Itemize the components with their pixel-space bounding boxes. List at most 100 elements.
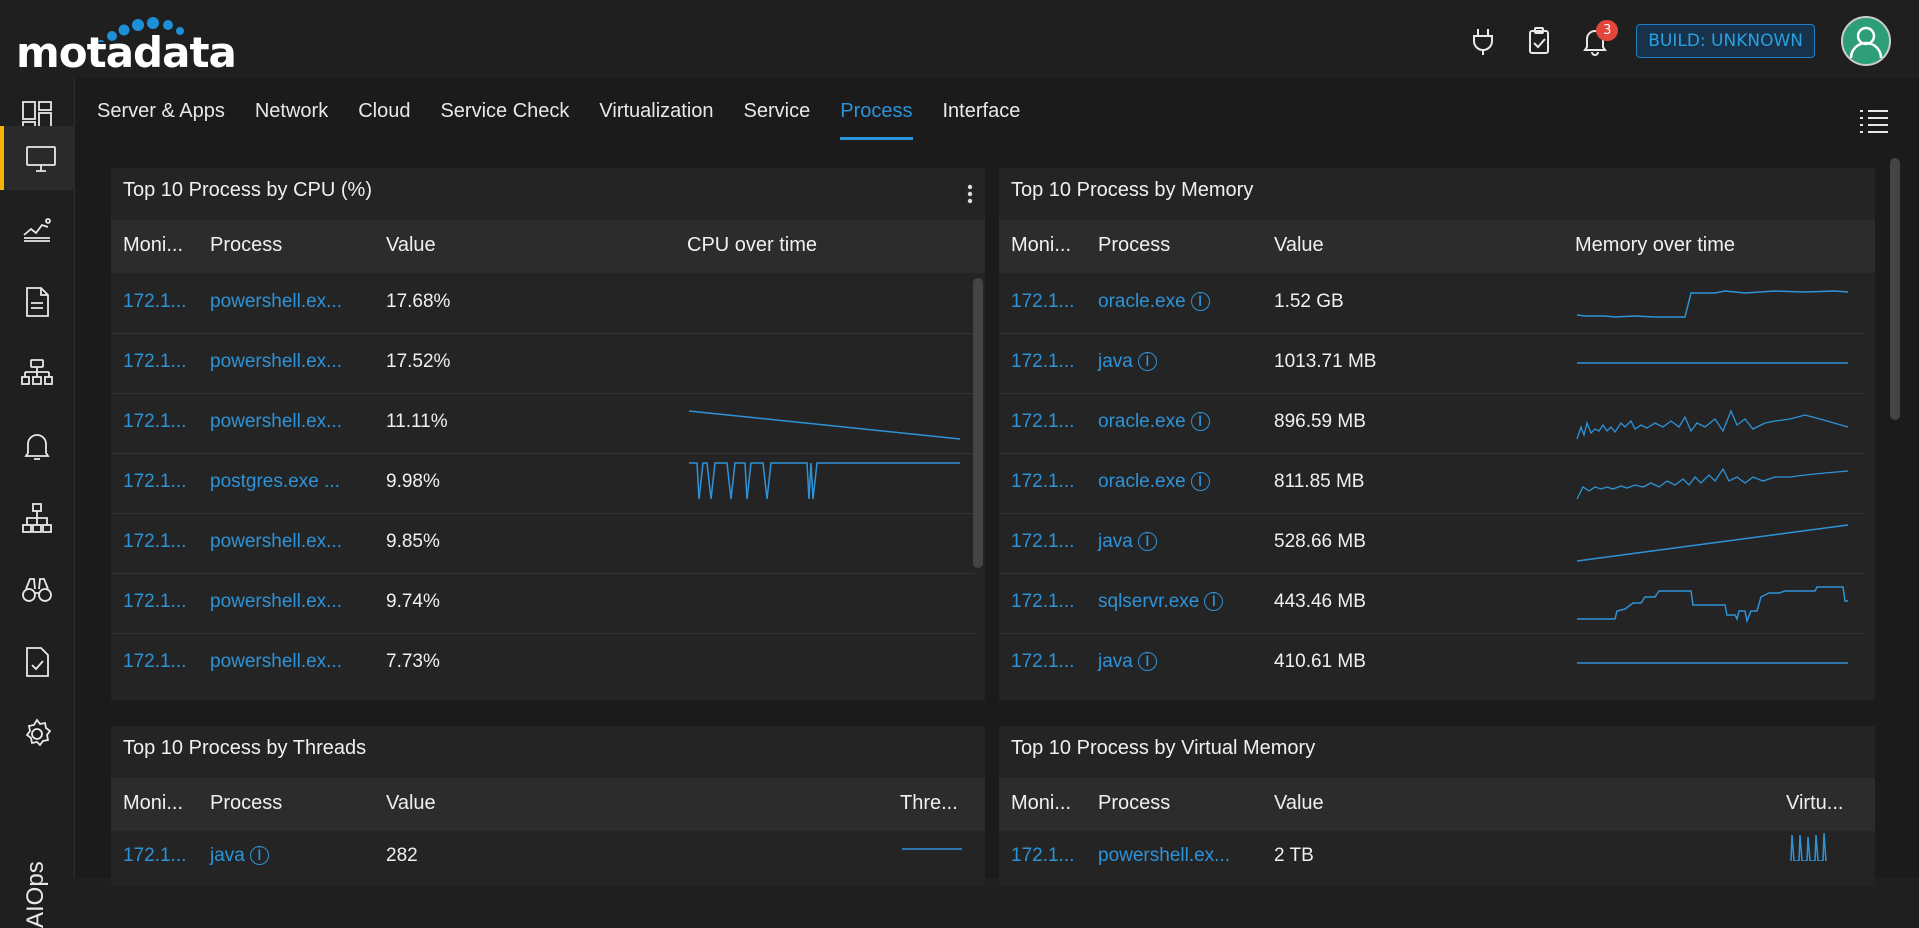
- clipboard-check-icon[interactable]: [1524, 26, 1554, 56]
- table-row[interactable]: 172.1... powershell.ex... 2 TB: [999, 831, 1865, 891]
- monitor-link[interactable]: 172.1...: [1011, 845, 1074, 867]
- column-header[interactable]: Process: [210, 234, 282, 257]
- motadata-logo[interactable]: motadata: [16, 14, 237, 77]
- sidebar-item-audit[interactable]: [0, 630, 74, 694]
- process-link[interactable]: sqlservr.exe: [1098, 591, 1199, 612]
- process-link[interactable]: powershell.ex...: [210, 351, 342, 373]
- table-row[interactable]: 172.1... powershell.ex... 17.52%: [111, 333, 975, 394]
- tab-service-check[interactable]: Service Check: [440, 100, 569, 140]
- process-link[interactable]: powershell.ex...: [210, 531, 342, 553]
- monitor-link[interactable]: 172.1...: [123, 845, 186, 867]
- table-row[interactable]: 172.1... java i 282: [111, 831, 975, 891]
- aiops-label[interactable]: AIOps: [22, 861, 50, 928]
- column-header[interactable]: Process: [210, 792, 282, 815]
- sidebar-item-reports[interactable]: [0, 270, 74, 334]
- info-icon[interactable]: i: [1137, 531, 1157, 552]
- process-link[interactable]: oracle.exe: [1098, 471, 1186, 492]
- table-row[interactable]: 172.1... powershell.ex... 17.68%: [111, 273, 975, 334]
- info-icon[interactable]: i: [1204, 591, 1224, 612]
- process-link[interactable]: postgres.exe ...: [210, 471, 340, 493]
- info-icon[interactable]: i: [1190, 291, 1210, 312]
- monitor-link[interactable]: 172.1...: [123, 531, 186, 553]
- table-row[interactable]: 172.1... powershell.ex... 9.74%: [111, 573, 975, 634]
- user-avatar[interactable]: [1841, 16, 1891, 66]
- column-header[interactable]: Value: [1274, 792, 1324, 815]
- kebab-menu-icon[interactable]: [967, 184, 973, 208]
- tab-cloud[interactable]: Cloud: [358, 100, 410, 140]
- process-link[interactable]: java: [1098, 531, 1133, 552]
- sidebar-item-monitor[interactable]: [0, 126, 78, 190]
- monitor-link[interactable]: 172.1...: [1011, 411, 1074, 433]
- tab-network[interactable]: Network: [255, 100, 328, 140]
- column-header[interactable]: Moni...: [1011, 234, 1071, 257]
- info-icon[interactable]: i: [249, 845, 269, 866]
- process-link[interactable]: powershell.ex...: [210, 411, 342, 433]
- process-cell[interactable]: java i: [1098, 651, 1157, 673]
- sidebar-item-topology[interactable]: [0, 342, 74, 406]
- info-icon[interactable]: i: [1137, 351, 1157, 372]
- tab-service[interactable]: Service: [744, 100, 811, 140]
- process-cell[interactable]: java i: [1098, 351, 1157, 373]
- process-link[interactable]: oracle.exe: [1098, 291, 1186, 312]
- sidebar-item-network-map[interactable]: [0, 486, 74, 550]
- info-icon[interactable]: i: [1137, 651, 1157, 672]
- monitor-link[interactable]: 172.1...: [123, 351, 186, 373]
- table-row[interactable]: 172.1... powershell.ex... 7.73%: [111, 633, 975, 693]
- notification-bell-icon[interactable]: 3: [1580, 20, 1619, 56]
- process-link[interactable]: powershell.ex...: [210, 591, 342, 613]
- column-header[interactable]: Thre...: [900, 792, 958, 815]
- column-header[interactable]: Memory over time: [1575, 234, 1735, 257]
- column-header[interactable]: Moni...: [123, 792, 183, 815]
- table-row[interactable]: 172.1... powershell.ex... 9.85%: [111, 513, 975, 574]
- column-header[interactable]: Value: [1274, 234, 1324, 257]
- info-icon[interactable]: i: [1190, 471, 1210, 492]
- monitor-link[interactable]: 172.1...: [123, 411, 186, 433]
- table-row[interactable]: 172.1... sqlservr.exe i 443.46 MB: [999, 573, 1865, 634]
- column-header[interactable]: Moni...: [1011, 792, 1071, 815]
- table-row[interactable]: 172.1... powershell.ex... 11.11%: [111, 393, 975, 454]
- monitor-link[interactable]: 172.1...: [1011, 651, 1074, 673]
- page-scrollbar[interactable]: [1890, 158, 1900, 420]
- process-link[interactable]: oracle.exe: [1098, 411, 1186, 432]
- plug-icon[interactable]: [1468, 26, 1498, 56]
- cpu-table-scrollbar[interactable]: [973, 278, 983, 568]
- process-cell[interactable]: oracle.exe i: [1098, 471, 1210, 493]
- process-link[interactable]: powershell.ex...: [1098, 845, 1230, 867]
- monitor-link[interactable]: 172.1...: [123, 291, 186, 313]
- sidebar-item-settings[interactable]: [0, 702, 74, 766]
- process-link[interactable]: powershell.ex...: [210, 291, 342, 313]
- monitor-link[interactable]: 172.1...: [1011, 591, 1074, 613]
- process-cell[interactable]: oracle.exe i: [1098, 411, 1210, 433]
- process-link[interactable]: powershell.ex...: [210, 651, 342, 673]
- column-header[interactable]: Process: [1098, 792, 1170, 815]
- process-cell[interactable]: java i: [1098, 531, 1157, 553]
- sidebar-item-metric-explorer[interactable]: [0, 198, 74, 262]
- monitor-link[interactable]: 172.1...: [1011, 471, 1074, 493]
- process-cell[interactable]: java i: [210, 845, 269, 867]
- tab-server-apps[interactable]: Server & Apps: [97, 100, 225, 140]
- tab-process[interactable]: Process: [840, 100, 913, 140]
- table-row[interactable]: 172.1... oracle.exe i 1.52 GB: [999, 273, 1865, 334]
- sidebar-item-explorer[interactable]: [0, 558, 74, 622]
- table-row[interactable]: 172.1... oracle.exe i 811.85 MB: [999, 453, 1865, 514]
- process-link[interactable]: java: [1098, 651, 1133, 672]
- column-header[interactable]: Moni...: [123, 234, 183, 257]
- table-row[interactable]: 172.1... postgres.exe ... 9.98%: [111, 453, 975, 514]
- table-row[interactable]: 172.1... java i 410.61 MB: [999, 633, 1865, 693]
- tab-virtualization[interactable]: Virtualization: [599, 100, 713, 140]
- list-menu-icon[interactable]: [1859, 108, 1889, 138]
- table-row[interactable]: 172.1... java i 1013.71 MB: [999, 333, 1865, 394]
- monitor-link[interactable]: 172.1...: [123, 651, 186, 673]
- process-link[interactable]: java: [1098, 351, 1133, 372]
- tab-interface[interactable]: Interface: [943, 100, 1021, 140]
- monitor-link[interactable]: 172.1...: [1011, 291, 1074, 313]
- process-cell[interactable]: oracle.exe i: [1098, 291, 1210, 313]
- column-header[interactable]: Value: [386, 792, 436, 815]
- sidebar-item-alerts[interactable]: [0, 414, 74, 478]
- table-row[interactable]: 172.1... java i 528.66 MB: [999, 513, 1865, 574]
- info-icon[interactable]: i: [1190, 411, 1210, 432]
- build-badge[interactable]: BUILD: UNKNOWN: [1636, 24, 1815, 58]
- monitor-link[interactable]: 172.1...: [1011, 351, 1074, 373]
- column-header[interactable]: Process: [1098, 234, 1170, 257]
- process-link[interactable]: java: [210, 845, 245, 866]
